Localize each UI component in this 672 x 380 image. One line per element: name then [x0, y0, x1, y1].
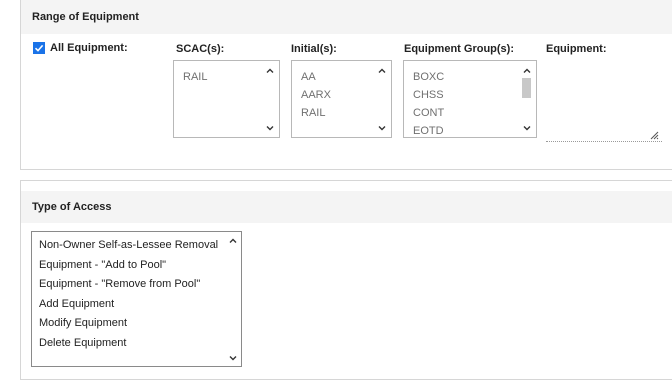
access-option[interactable]: Equipment - "Add to Pool": [39, 256, 218, 276]
equipment-group-option[interactable]: CHSS: [413, 86, 444, 104]
equipment-group-label: Equipment Group(s):: [404, 43, 514, 55]
access-option[interactable]: Modify Equipment: [39, 314, 218, 334]
range-of-equipment-title: Range of Equipment: [32, 11, 139, 23]
range-of-equipment-panel: Range of Equipment All Equipment: SCAC(s…: [20, 0, 672, 170]
type-of-access-title: Type of Access: [32, 201, 112, 213]
chevron-down-icon[interactable]: [377, 123, 387, 133]
all-equipment-label: All Equipment:: [50, 42, 128, 54]
chevron-down-icon[interactable]: [522, 123, 532, 133]
chevron-up-icon[interactable]: [377, 66, 387, 76]
chevron-up-icon[interactable]: [265, 66, 275, 76]
access-option[interactable]: Add Equipment: [39, 295, 218, 315]
type-of-access-panel: Type of Access Non-Owner Self-as-Lessee …: [20, 180, 672, 380]
access-option[interactable]: Non-Owner Self-as-Lessee Removal: [39, 236, 218, 256]
scac-label: SCAC(s):: [176, 43, 225, 55]
chevron-down-icon[interactable]: [265, 123, 275, 133]
type-of-access-header: Type of Access: [21, 191, 672, 223]
check-icon: [34, 44, 44, 52]
equipment-group-option[interactable]: EOTD: [413, 122, 444, 137]
initials-listbox[interactable]: AA AARX RAIL: [291, 60, 392, 138]
equipment-group-listbox[interactable]: BOXC CHSS CONT EOTD: [403, 60, 537, 138]
type-of-access-listbox[interactable]: Non-Owner Self-as-Lessee Removal Equipme…: [31, 231, 242, 367]
scac-listbox[interactable]: RAIL: [173, 60, 280, 138]
access-option[interactable]: Delete Equipment: [39, 334, 218, 354]
resize-handle-icon[interactable]: [649, 130, 659, 140]
all-equipment-checkbox[interactable]: [33, 42, 45, 54]
all-equipment-checkbox-group[interactable]: All Equipment:: [33, 42, 128, 54]
equipment-label: Equipment:: [546, 43, 607, 55]
equipment-textarea[interactable]: [546, 60, 662, 142]
equipment-group-option[interactable]: BOXC: [413, 68, 444, 86]
initials-option[interactable]: AA: [301, 68, 331, 86]
range-of-equipment-header: Range of Equipment: [21, 0, 672, 34]
scac-option[interactable]: RAIL: [183, 68, 207, 86]
access-option[interactable]: Equipment - "Remove from Pool": [39, 275, 218, 295]
chevron-down-icon[interactable]: [228, 353, 238, 363]
initials-option[interactable]: RAIL: [301, 104, 331, 122]
initials-option[interactable]: AARX: [301, 86, 331, 104]
scrollbar-thumb[interactable]: [522, 78, 531, 98]
initials-label: Initial(s):: [291, 43, 337, 55]
equipment-group-option[interactable]: CONT: [413, 104, 444, 122]
chevron-up-icon[interactable]: [228, 236, 238, 246]
chevron-up-icon[interactable]: [522, 66, 532, 76]
